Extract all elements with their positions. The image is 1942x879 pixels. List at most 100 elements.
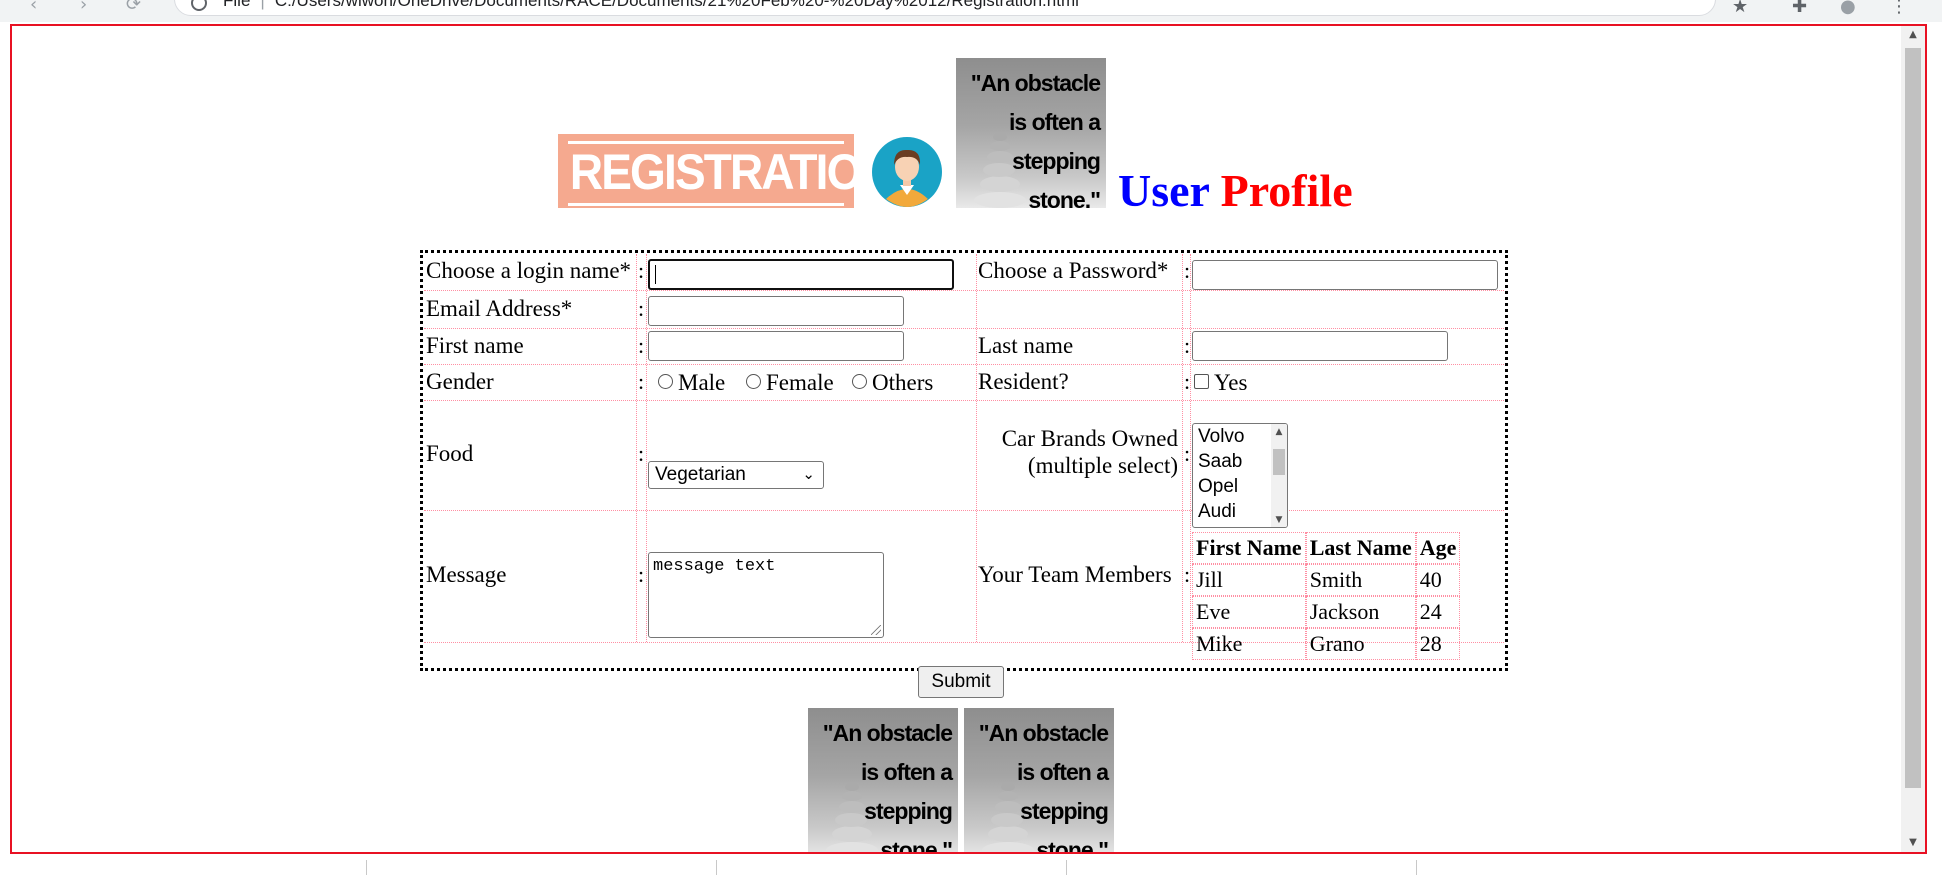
submit-button[interactable]: Submit	[918, 666, 1004, 698]
col-divider	[636, 254, 637, 642]
gender-female-label: Female	[766, 370, 834, 395]
gender-label: Gender	[426, 369, 494, 394]
forward-arrow-icon[interactable]: ›	[80, 0, 87, 15]
scroll-up-arrow-icon[interactable]: ▲	[1271, 427, 1287, 437]
page-scrollbar[interactable]: ▲ ▼	[1901, 26, 1925, 852]
email-label: Email Address*	[426, 296, 573, 321]
bookmark-star-icon[interactable]: ★	[1732, 0, 1748, 17]
table-row: Eve Jackson 24	[1192, 596, 1461, 628]
reload-icon[interactable]: ⟳	[126, 0, 141, 15]
gender-radio-others[interactable]	[852, 374, 867, 389]
bottom-bar	[0, 856, 1942, 879]
scroll-down-arrow-icon[interactable]: ▼	[1901, 834, 1925, 852]
car-option-saab[interactable]: Saab	[1198, 449, 1242, 474]
scroll-down-arrow-icon[interactable]: ▼	[1271, 515, 1287, 525]
table-cell: Eve	[1192, 596, 1306, 628]
divider	[716, 860, 717, 875]
site-info-icon[interactable]	[191, 0, 207, 11]
page-title: User Profile	[1118, 164, 1353, 217]
quote-image-top: "An obstacle is often a stepping stone."	[956, 58, 1106, 208]
back-arrow-icon[interactable]: ‹	[30, 0, 37, 15]
food-select[interactable]: Vegetarian ⌄	[648, 461, 824, 489]
food-label: Food	[426, 441, 474, 466]
login-name-input[interactable]	[648, 259, 954, 290]
colon: :	[1184, 333, 1191, 358]
page-scroll-thumb[interactable]	[1905, 48, 1921, 788]
gender-radio-female[interactable]	[746, 374, 761, 389]
table-header-row: First Name Last Name Age	[1192, 532, 1461, 564]
table-row: Jill Smith 40	[1192, 564, 1461, 596]
registration-banner-text: REGISTRATION	[569, 144, 894, 200]
table-row: Mike Grano 28	[1192, 628, 1461, 660]
quote-image-bottom-right: "An obstacle is often a stepping stone."	[964, 708, 1114, 852]
message-textarea[interactable]: message text	[648, 552, 884, 638]
email-input[interactable]	[648, 296, 904, 326]
last-name-label: Last name	[978, 333, 1074, 358]
listbox-scrollbar[interactable]: ▲ ▼	[1271, 424, 1287, 527]
extensions-icon[interactable]: ✚	[1792, 0, 1807, 17]
quote-text: "An obstacle is often a stepping stone."	[970, 70, 1101, 208]
colon: :	[1184, 441, 1191, 466]
listbox-scroll-thumb[interactable]	[1273, 449, 1285, 475]
last-name-input[interactable]	[1192, 331, 1448, 361]
column-header: Last Name	[1305, 532, 1416, 564]
table-cell: Grano	[1305, 628, 1416, 660]
password-input[interactable]	[1192, 260, 1498, 290]
row-divider	[424, 290, 1504, 291]
colon: :	[638, 296, 645, 321]
message-label: Message	[426, 562, 507, 587]
registration-page: REGISTRATION "An obstacle is often a ste…	[12, 26, 1905, 852]
divider	[366, 860, 367, 875]
colon: :	[1184, 258, 1191, 283]
food-selected-value: Vegetarian	[655, 464, 746, 485]
colon: :	[638, 369, 645, 394]
scroll-up-arrow-icon[interactable]: ▲	[1901, 26, 1925, 44]
table-cell: 40	[1415, 564, 1461, 596]
divider	[1066, 860, 1067, 875]
car-brands-label: Car Brands Owned	[1001, 426, 1178, 451]
car-brands-sublabel: (multiple select)	[1027, 453, 1178, 478]
resident-checkbox[interactable]	[1194, 374, 1209, 389]
page-viewport: REGISTRATION "An obstacle is often a ste…	[10, 24, 1927, 854]
col-divider	[1190, 254, 1191, 642]
profile-icon[interactable]: ●	[1840, 0, 1856, 17]
first-name-input[interactable]	[648, 331, 904, 361]
col-divider	[1182, 254, 1183, 642]
resident-yes-label: Yes	[1214, 370, 1248, 395]
gender-radio-male[interactable]	[658, 374, 673, 389]
gender-others-label: Others	[872, 370, 934, 395]
car-option-volvo[interactable]: Volvo	[1198, 424, 1244, 449]
chevron-down-icon: ⌄	[802, 465, 815, 483]
colon: :	[638, 441, 645, 466]
colon: :	[638, 258, 645, 283]
address-text: File | C:/Users/wiwon/OneDrive/Documents/R…	[223, 0, 1079, 11]
row-divider	[424, 328, 1504, 329]
row-divider	[424, 510, 1504, 511]
gender-male-label: Male	[678, 370, 726, 395]
url-path: C:/Users/wiwon/OneDrive/Documents/RACE/D…	[274, 0, 1079, 10]
car-option-audi[interactable]: Audi	[1198, 499, 1236, 524]
team-members-label: Your Team Members	[978, 562, 1172, 587]
colon: :	[638, 562, 645, 587]
team-members-table: First Name Last Name Age Jill Smith 40 E…	[1192, 532, 1461, 660]
col-divider	[976, 254, 977, 642]
menu-kebab-icon[interactable]: ⋮	[1890, 0, 1908, 17]
address-bar[interactable]: File | C:/Users/wiwon/OneDrive/Documents/R…	[174, 0, 1716, 16]
registration-banner-image: REGISTRATION	[558, 134, 894, 208]
colon: :	[1184, 562, 1191, 587]
row-divider	[424, 400, 1504, 401]
colon: :	[1184, 369, 1191, 394]
quote-image-bottom-left: "An obstacle is often a stepping stone."	[808, 708, 958, 852]
table-cell: Jackson	[1305, 596, 1416, 628]
url-scheme: File	[223, 0, 251, 10]
car-option-opel[interactable]: Opel	[1198, 474, 1238, 499]
title-user: User	[1118, 165, 1210, 216]
table-cell: Mike	[1192, 628, 1306, 660]
resize-handle-icon[interactable]	[871, 625, 881, 635]
colon: :	[638, 333, 645, 358]
table-cell: 28	[1415, 628, 1461, 660]
table-cell: Jill	[1192, 564, 1306, 596]
password-label: Choose a Password*	[978, 258, 1169, 283]
col-divider	[646, 254, 647, 642]
car-brands-listbox[interactable]: Volvo Saab Opel Audi ▲ ▼	[1192, 423, 1288, 528]
